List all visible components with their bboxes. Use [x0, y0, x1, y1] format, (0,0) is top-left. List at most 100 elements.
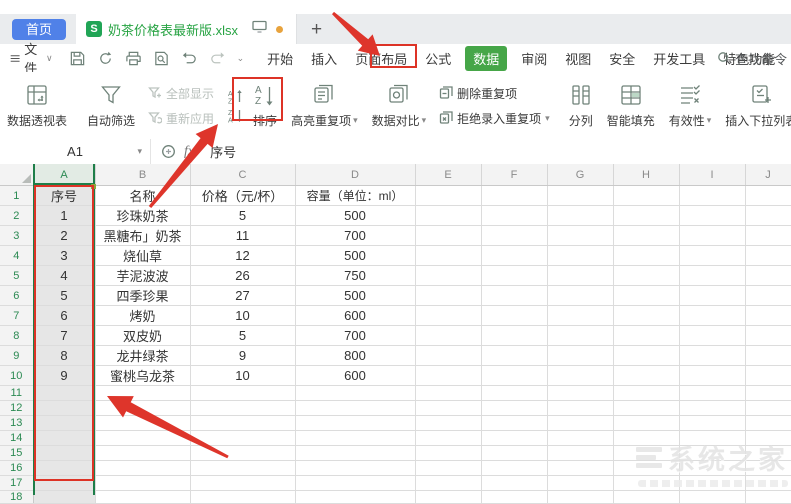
- cell-B10[interactable]: 蜜桃乌龙茶: [95, 366, 190, 386]
- cell-G3[interactable]: [547, 226, 613, 246]
- cell-B6[interactable]: 四季珍果: [95, 286, 190, 306]
- cell-J11[interactable]: [745, 386, 791, 401]
- cell-A17[interactable]: [33, 476, 95, 491]
- cell-D2[interactable]: 500: [295, 206, 415, 226]
- cell-E11[interactable]: [415, 386, 481, 401]
- cell-I14[interactable]: [679, 431, 745, 446]
- column-header-I[interactable]: I: [679, 164, 745, 186]
- cell-I18[interactable]: [679, 491, 745, 504]
- highlight-duplicates-button[interactable]: 高亮重复项▾: [284, 72, 365, 139]
- cell-J9[interactable]: [745, 346, 791, 366]
- formula-input[interactable]: 序号: [210, 142, 236, 161]
- cell-G7[interactable]: [547, 306, 613, 326]
- fx-symbol[interactable]: fx: [184, 144, 194, 160]
- cell-F18[interactable]: [481, 491, 547, 504]
- cell-J14[interactable]: [745, 431, 791, 446]
- cell-D14[interactable]: [295, 431, 415, 446]
- cell-B3[interactable]: 黑糖布」奶茶: [95, 226, 190, 246]
- cell-J3[interactable]: [745, 226, 791, 246]
- column-header-H[interactable]: H: [613, 164, 679, 186]
- cell-C15[interactable]: [190, 446, 295, 461]
- cell-E3[interactable]: [415, 226, 481, 246]
- cell-F14[interactable]: [481, 431, 547, 446]
- cell-C7[interactable]: 10: [190, 306, 295, 326]
- cell-A4[interactable]: 3: [33, 246, 95, 266]
- cell-A16[interactable]: [33, 461, 95, 476]
- row-header-11[interactable]: 11: [0, 386, 33, 401]
- cell-G12[interactable]: [547, 401, 613, 416]
- document-tab[interactable]: S 奶茶价格表最新版.xlsx: [76, 14, 297, 44]
- cell-D11[interactable]: [295, 386, 415, 401]
- cell-I3[interactable]: [679, 226, 745, 246]
- row-header-4[interactable]: 4: [0, 246, 33, 266]
- cell-B5[interactable]: 芋泥波波: [95, 266, 190, 286]
- cell-D16[interactable]: [295, 461, 415, 476]
- column-header-A[interactable]: A: [33, 164, 95, 186]
- export-icon[interactable]: [97, 50, 114, 67]
- remove-duplicates-button[interactable]: 删除重复项: [439, 85, 550, 102]
- cell-D4[interactable]: 500: [295, 246, 415, 266]
- data-compare-button[interactable]: 数据对比▾: [365, 72, 434, 139]
- cell-A15[interactable]: [33, 446, 95, 461]
- cell-B2[interactable]: 珍珠奶茶: [95, 206, 190, 226]
- cell-H1[interactable]: [613, 186, 679, 206]
- cell-E6[interactable]: [415, 286, 481, 306]
- column-header-B[interactable]: B: [95, 164, 190, 186]
- cell-B1[interactable]: 名称: [95, 186, 190, 206]
- cell-D18[interactable]: [295, 491, 415, 504]
- cell-I4[interactable]: [679, 246, 745, 266]
- cell-B18[interactable]: [95, 491, 190, 504]
- column-header-C[interactable]: C: [190, 164, 295, 186]
- cell-H10[interactable]: [613, 366, 679, 386]
- cell-D7[interactable]: 600: [295, 306, 415, 326]
- insert-function-icon[interactable]: [161, 144, 176, 159]
- cell-H15[interactable]: [613, 446, 679, 461]
- sort-descending-icon[interactable]: ZA: [228, 108, 244, 123]
- cell-I8[interactable]: [679, 326, 745, 346]
- cell-J15[interactable]: [745, 446, 791, 461]
- row-header-9[interactable]: 9: [0, 346, 33, 366]
- cell-D15[interactable]: [295, 446, 415, 461]
- cell-A14[interactable]: [33, 431, 95, 446]
- cell-H11[interactable]: [613, 386, 679, 401]
- cell-J17[interactable]: [745, 476, 791, 491]
- cell-A10[interactable]: 9: [33, 366, 95, 386]
- cell-E2[interactable]: [415, 206, 481, 226]
- cell-E13[interactable]: [415, 416, 481, 431]
- cell-A13[interactable]: [33, 416, 95, 431]
- sort-button[interactable]: AZ 排序: [246, 72, 284, 139]
- cell-F1[interactable]: [481, 186, 547, 206]
- cell-H12[interactable]: [613, 401, 679, 416]
- cell-H13[interactable]: [613, 416, 679, 431]
- cell-G2[interactable]: [547, 206, 613, 226]
- cell-B12[interactable]: [95, 401, 190, 416]
- column-header-E[interactable]: E: [415, 164, 481, 186]
- cell-E17[interactable]: [415, 476, 481, 491]
- cell-E12[interactable]: [415, 401, 481, 416]
- cell-A2[interactable]: 1: [33, 206, 95, 226]
- cell-F15[interactable]: [481, 446, 547, 461]
- cell-C9[interactable]: 9: [190, 346, 295, 366]
- column-header-G[interactable]: G: [547, 164, 613, 186]
- cell-A1[interactable]: 序号: [33, 186, 95, 206]
- row-header-12[interactable]: 12: [0, 401, 33, 416]
- cell-E8[interactable]: [415, 326, 481, 346]
- cell-J1[interactable]: [745, 186, 791, 206]
- cell-C13[interactable]: [190, 416, 295, 431]
- cell-F2[interactable]: [481, 206, 547, 226]
- cell-B8[interactable]: 双皮奶: [95, 326, 190, 346]
- save-icon[interactable]: [69, 50, 86, 67]
- cell-A8[interactable]: 7: [33, 326, 95, 346]
- cell-E4[interactable]: [415, 246, 481, 266]
- cell-F17[interactable]: [481, 476, 547, 491]
- cell-H8[interactable]: [613, 326, 679, 346]
- cell-A9[interactable]: 8: [33, 346, 95, 366]
- cell-G14[interactable]: [547, 431, 613, 446]
- cell-D10[interactable]: 600: [295, 366, 415, 386]
- cell-H4[interactable]: [613, 246, 679, 266]
- cell-J10[interactable]: [745, 366, 791, 386]
- row-header-8[interactable]: 8: [0, 326, 33, 346]
- cell-G6[interactable]: [547, 286, 613, 306]
- cell-E10[interactable]: [415, 366, 481, 386]
- tab-data[interactable]: 数据: [465, 46, 507, 71]
